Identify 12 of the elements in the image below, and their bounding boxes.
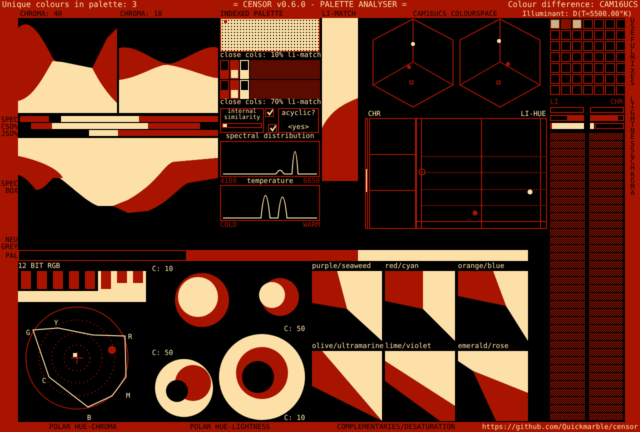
complementary-tile-drawing xyxy=(385,351,455,421)
complementary-tile-drawing xyxy=(312,351,382,421)
complementary-tile-drawing xyxy=(458,271,528,341)
complementary-tile-drawing xyxy=(385,271,455,341)
checkbox[interactable] xyxy=(268,124,277,133)
checkbox[interactable] xyxy=(265,108,274,117)
complementary-tile-drawing xyxy=(312,271,382,341)
similarity-slider[interactable] xyxy=(222,123,262,128)
colour-difference-label: Colour difference: CAM16UCS xyxy=(508,1,638,9)
palette-count: Unique colours in palette: 3 xyxy=(2,1,138,9)
complementary-tile-drawing xyxy=(458,351,528,421)
app-title: = CENSOR v0.6.0 - PALETTE ANALYSER = xyxy=(233,1,407,9)
